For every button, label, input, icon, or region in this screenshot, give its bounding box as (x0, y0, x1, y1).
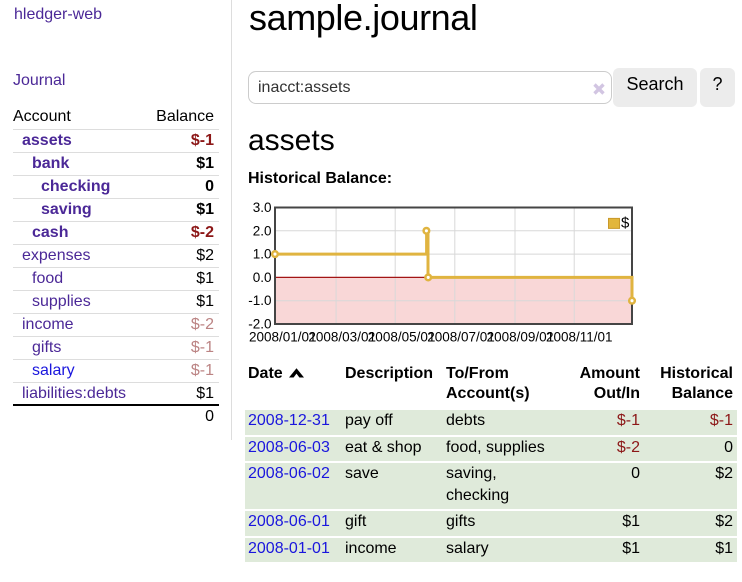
svg-text:2008/01/01: 2008/01/01 (249, 330, 317, 345)
svg-text:-1.0: -1.0 (248, 293, 271, 308)
svg-text:0.0: 0.0 (253, 270, 272, 285)
svg-text:1.0: 1.0 (253, 247, 272, 262)
svg-text:2008/07/01: 2008/07/01 (427, 330, 495, 345)
svg-text:2008/05/01: 2008/05/01 (368, 330, 436, 345)
svg-text:$: $ (621, 214, 630, 231)
svg-text:3.0: 3.0 (253, 200, 272, 215)
svg-text:2008/09/01: 2008/09/01 (487, 330, 555, 345)
svg-text:2008/03/01: 2008/03/01 (308, 330, 376, 345)
svg-text:2008/11/01: 2008/11/01 (546, 330, 613, 345)
svg-text:2.0: 2.0 (253, 223, 272, 238)
